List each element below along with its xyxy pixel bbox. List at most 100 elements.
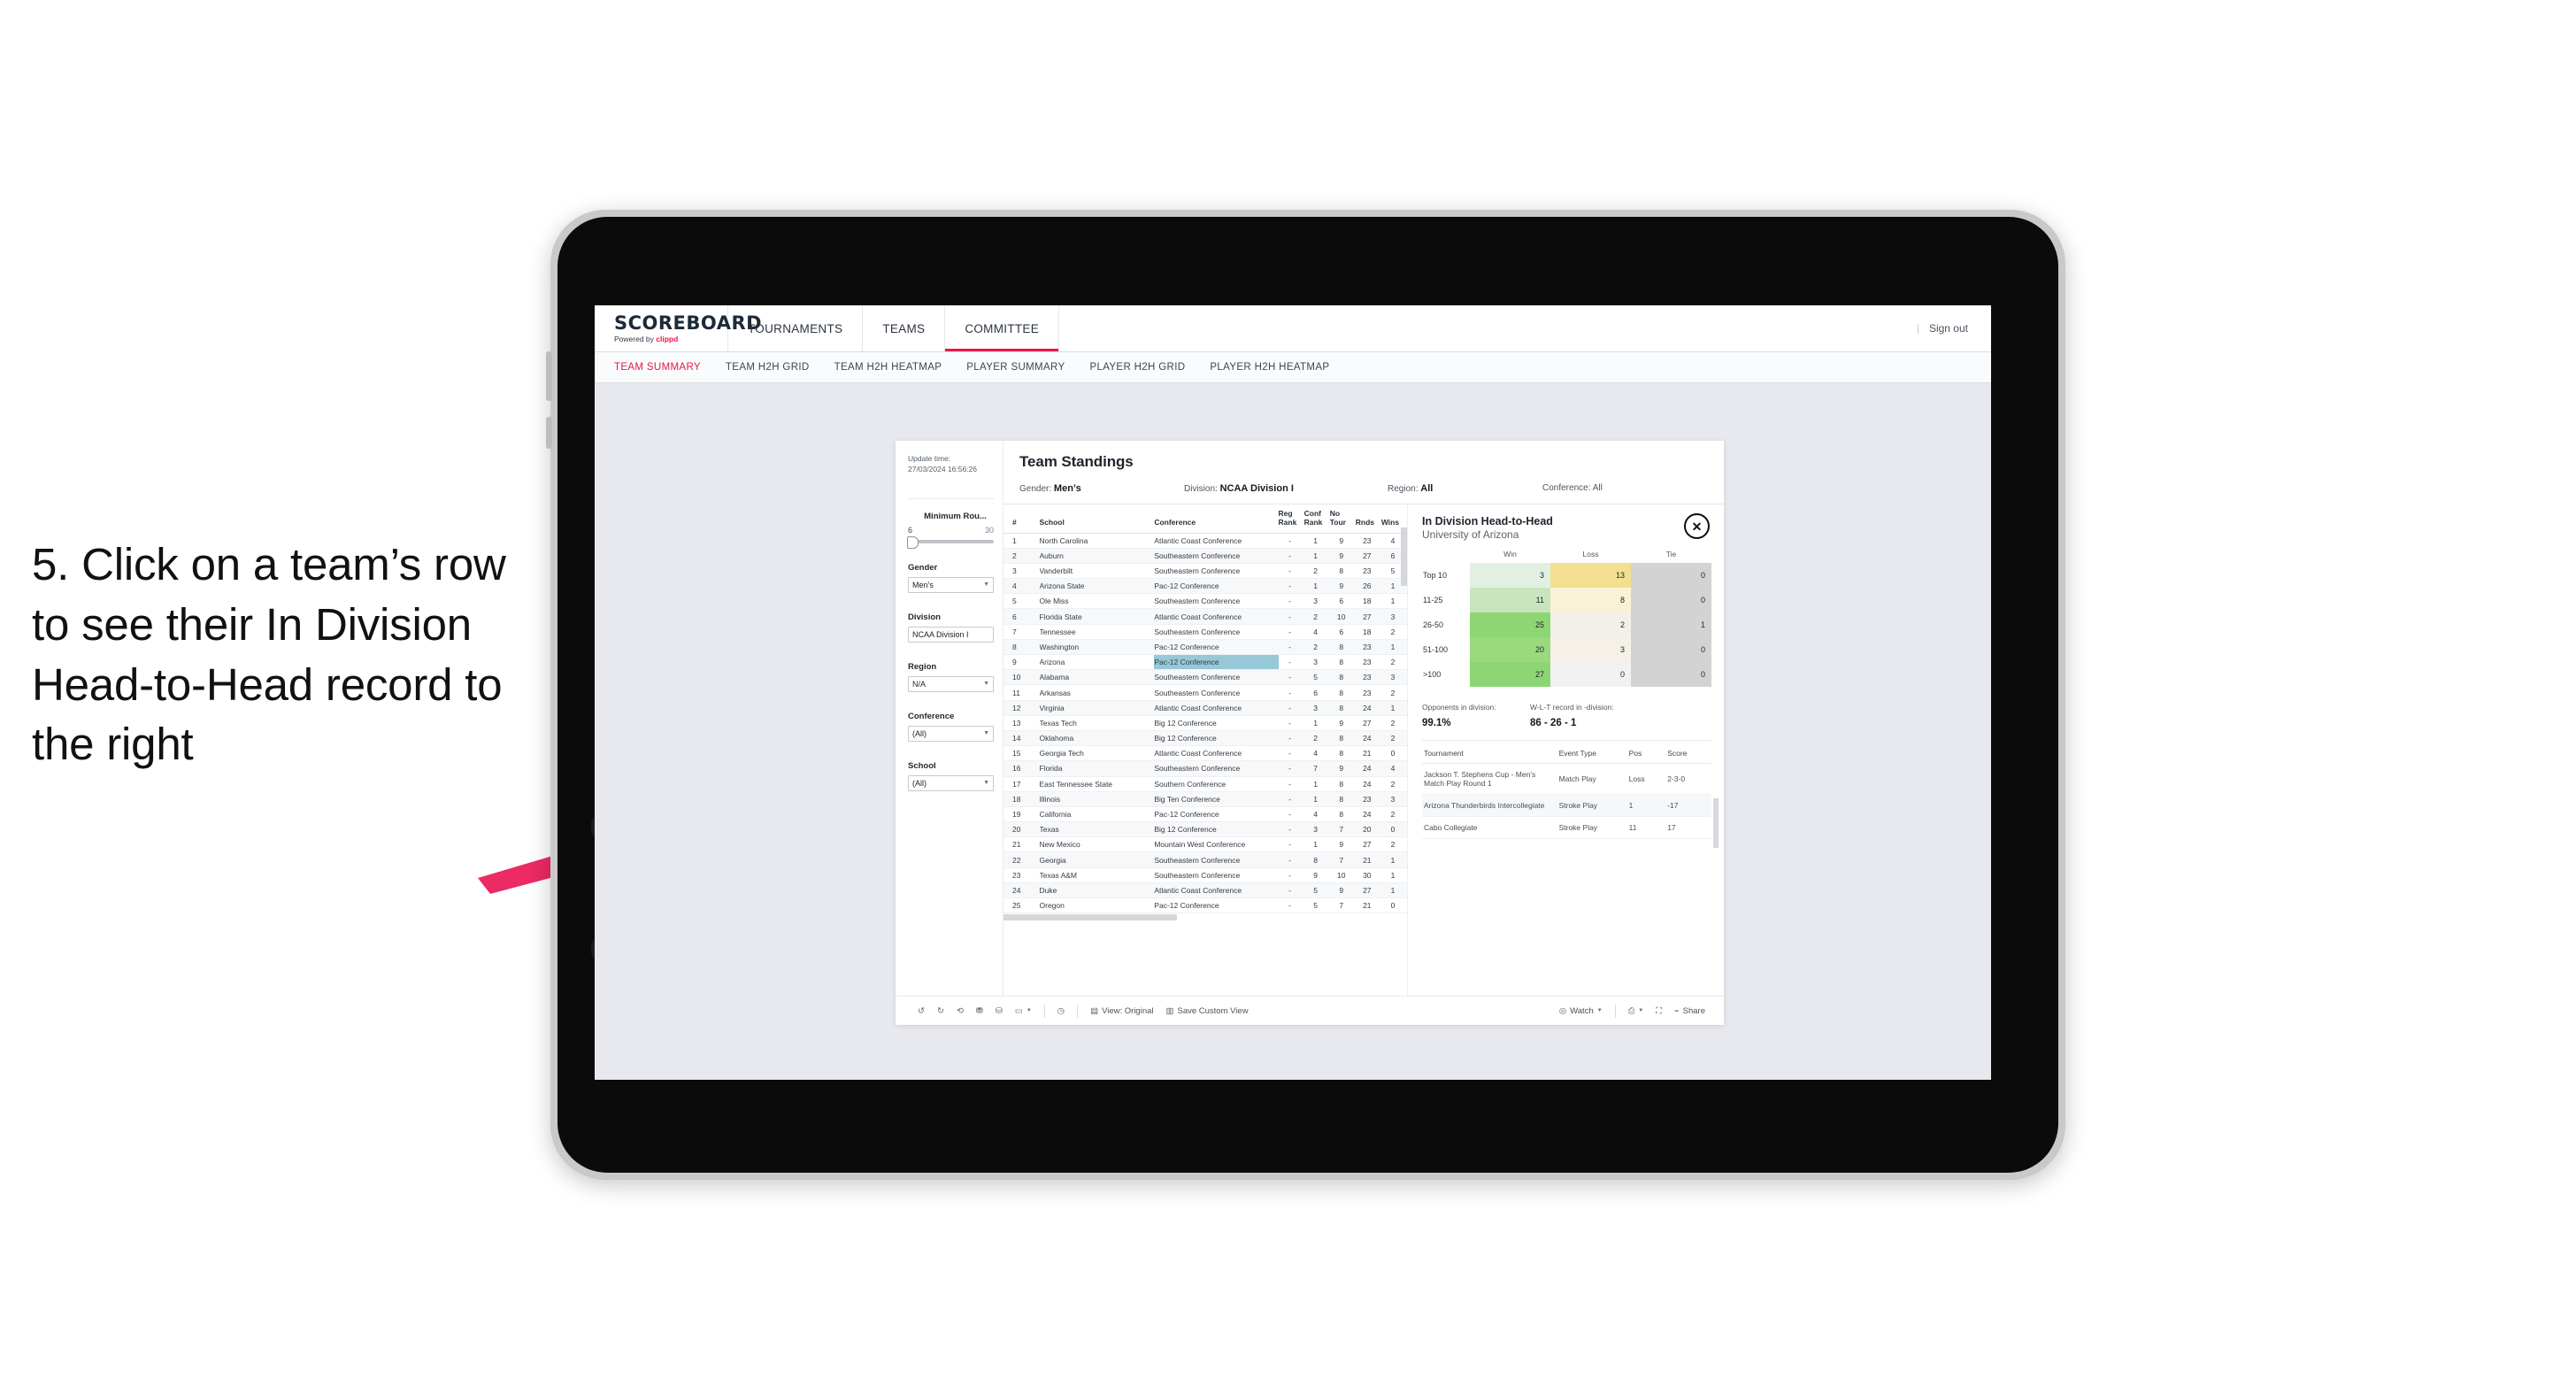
table-horizontal-scrollbar[interactable]	[1003, 913, 1407, 921]
toolbar-divider	[1043, 1004, 1045, 1018]
table-row[interactable]: 16 Florida Southeastern Conference -7 9 24 4	[1003, 760, 1407, 777]
stat-wlt-record: W-L-T record in -division: 86 - 26 - 1	[1530, 703, 1614, 728]
volume-down-button[interactable]	[546, 417, 552, 449]
fullscreen-button[interactable]: ⛶	[1649, 1006, 1668, 1016]
table-row[interactable]: 4 Arizona State Pac-12 Conference -1 9 26 1	[1003, 578, 1407, 595]
eye-icon: ◎	[1558, 1005, 1567, 1016]
subtab-player-summary[interactable]: PLAYER SUMMARY	[966, 362, 1065, 373]
nav-tab-teams[interactable]: TEAMS	[863, 305, 946, 351]
table-row[interactable]: 14 Oklahoma Big 12 Conference -2 8 24 2	[1003, 730, 1407, 747]
rnds-cell: 26	[1355, 578, 1381, 595]
table-row[interactable]: 7 Tennessee Southeastern Conference -4 6 18 2	[1003, 624, 1407, 640]
watch-button[interactable]: ◎ Watch ▼	[1553, 1006, 1609, 1016]
table-row[interactable]: 12 Virginia Atlantic Coast Conference -3 8 24…	[1003, 700, 1407, 716]
col-rnds[interactable]: Rnds	[1355, 504, 1381, 534]
rnds-cell: 18	[1355, 624, 1381, 640]
table-row[interactable]: 21 New Mexico Mountain West Conference -1 9 2…	[1003, 836, 1407, 853]
tournament-table: Tournament Event Type Pos Score Jackson …	[1422, 743, 1711, 839]
col-rank[interactable]: #	[1003, 504, 1040, 534]
table-row[interactable]: 19 California Pac-12 Conference -4 8 24 2	[1003, 806, 1407, 823]
download-button[interactable]: ⎙ ▼	[1622, 1006, 1650, 1016]
pause-button[interactable]: ⛁	[989, 1006, 1009, 1016]
col-pos[interactable]: Pos	[1626, 743, 1666, 764]
device-layout-button[interactable]: ▭ ▼	[1009, 1006, 1038, 1016]
col-no-tour[interactable]: No Tour	[1329, 504, 1356, 534]
wins-cell: 2	[1380, 684, 1407, 701]
col-school[interactable]: School	[1039, 504, 1155, 534]
school-cell: Illinois	[1039, 791, 1155, 807]
col-conf-rank[interactable]: Conf Rank	[1303, 504, 1330, 534]
table-row[interactable]: 10 Alabama Southeastern Conference -5 8 23 3	[1003, 669, 1407, 686]
table-row[interactable]: 2 Auburn Southeastern Conference -1 9 27 6	[1003, 548, 1407, 564]
table-row[interactable]: 24 Duke Atlantic Coast Conference -5 9 27 1	[1003, 882, 1407, 899]
table-row[interactable]: 1 North Carolina Atlantic Coast Conference…	[1003, 533, 1407, 549]
table-row[interactable]: 3 Vanderbilt Southeastern Conference -2 8 23 5	[1003, 563, 1407, 580]
rank-cell: 21	[1003, 836, 1040, 853]
chevron-down-icon: ▼	[983, 681, 989, 688]
no-tour-cell: 8	[1329, 745, 1356, 762]
view-original-button[interactable]: ▤ View: Original	[1084, 1006, 1159, 1016]
division-select[interactable]: NCAA Division I	[908, 626, 994, 643]
volume-up-button[interactable]	[546, 351, 552, 401]
share-button[interactable]: ⌁ Share	[1668, 1006, 1711, 1016]
rail-divider	[908, 497, 994, 499]
rnds-cell: 27	[1355, 715, 1381, 731]
tournament-row[interactable]: Jackson T. Stephens Cup - Men’s Match Pl…	[1422, 763, 1711, 795]
table-row[interactable]: 20 Texas Big 12 Conference -3 7 20 0	[1003, 821, 1407, 838]
scrollbar-thumb[interactable]	[1003, 914, 1177, 921]
tournament-row[interactable]: Cabo Collegiate Stroke Play 11 17	[1422, 816, 1711, 839]
conf-rank-cell: 3	[1303, 593, 1330, 610]
refresh-button[interactable]: ⛃	[970, 1006, 989, 1016]
reg-rank-cell: -	[1278, 639, 1304, 656]
col-reg-rank[interactable]: Reg Rank	[1278, 504, 1304, 534]
tournament-row[interactable]: Arizona Thunderbirds Intercollegiate Stro…	[1422, 794, 1711, 817]
nav-tab-committee[interactable]: COMMITTEE	[945, 305, 1060, 351]
table-row[interactable]: 18 Illinois Big Ten Conference -1 8 23 3	[1003, 791, 1407, 807]
table-row[interactable]: 25 Oregon Pac-12 Conference -5 7 21 0	[1003, 897, 1407, 914]
revert-button[interactable]: ⟲	[950, 1006, 970, 1016]
redo-button[interactable]: ↻	[931, 1006, 950, 1016]
tournament-scrollbar[interactable]	[1713, 798, 1719, 848]
subtab-team-h2h-heatmap[interactable]: TEAM H2H HEATMAP	[834, 362, 942, 373]
table-row[interactable]: 5 Ole Miss Southeastern Conference -3 6 18 1	[1003, 593, 1407, 610]
reg-rank-cell: -	[1278, 897, 1304, 914]
subtab-team-summary[interactable]: TEAM SUMMARY	[614, 362, 701, 373]
school-select[interactable]: (All) ▼	[908, 774, 994, 791]
col-conference[interactable]: Conference	[1154, 504, 1279, 534]
school-select-value: (All)	[912, 778, 927, 788]
table-row[interactable]: 22 Georgia Southeastern Conference -8 7 21 1	[1003, 851, 1407, 868]
dashboard-card: Update time: 27/03/2024 16:56:26 Minimum…	[896, 441, 1724, 1025]
nav-tab-tournaments[interactable]: TOURNAMENTS	[728, 305, 864, 351]
heatmap-win-cell: 11	[1470, 588, 1550, 612]
save-custom-view-button[interactable]: ▥ Save Custom View	[1160, 1006, 1255, 1016]
gender-select[interactable]: Men’s ▼	[908, 576, 994, 593]
table-row[interactable]: 9 Arizona Pac-12 Conference -3 8 23 2	[1003, 654, 1407, 671]
close-icon[interactable]: ✕	[1684, 513, 1710, 539]
subtab-player-h2h-heatmap[interactable]: PLAYER H2H HEATMAP	[1210, 362, 1329, 373]
app-logo[interactable]: SCOREBOARD Powered by clippd	[595, 305, 762, 351]
history-button[interactable]: ◷	[1051, 1006, 1071, 1016]
conference-select[interactable]: (All) ▼	[908, 725, 994, 742]
table-row[interactable]: 8 Washington Pac-12 Conference -2 8 23 1	[1003, 639, 1407, 656]
rank-cell: 18	[1003, 791, 1040, 807]
school-cell: Arkansas	[1039, 684, 1155, 701]
table-row[interactable]: 11 Arkansas Southeastern Conference -6 8 23 2	[1003, 684, 1407, 701]
table-row[interactable]: 23 Texas A&M Southeastern Conference -9 10 30…	[1003, 867, 1407, 883]
table-row[interactable]: 6 Florida State Atlantic Coast Conference -…	[1003, 608, 1407, 625]
slider-handle[interactable]	[907, 535, 919, 549]
col-tournament[interactable]: Tournament	[1422, 743, 1557, 764]
subtab-player-h2h-grid[interactable]: PLAYER H2H GRID	[1089, 362, 1185, 373]
table-row[interactable]: 15 Georgia Tech Atlantic Coast Conference -…	[1003, 745, 1407, 762]
table-vertical-scrollbar[interactable]	[1401, 527, 1407, 586]
conf-rank-cell: 9	[1303, 867, 1330, 883]
table-row[interactable]: 17 East Tennessee State Southern Conferenc…	[1003, 776, 1407, 792]
rnds-cell: 20	[1355, 821, 1381, 838]
col-event-type[interactable]: Event Type	[1557, 743, 1627, 764]
region-select[interactable]: N/A ▼	[908, 675, 994, 692]
col-score[interactable]: Score	[1665, 743, 1711, 764]
sign-out-link[interactable]: Sign out	[1929, 322, 1968, 335]
table-row[interactable]: 13 Texas Tech Big 12 Conference -1 9 27 2	[1003, 715, 1407, 731]
subtab-team-h2h-grid[interactable]: TEAM H2H GRID	[726, 362, 810, 373]
undo-button[interactable]: ↺	[911, 1006, 931, 1016]
minimum-rounds-slider[interactable]	[907, 535, 994, 549]
